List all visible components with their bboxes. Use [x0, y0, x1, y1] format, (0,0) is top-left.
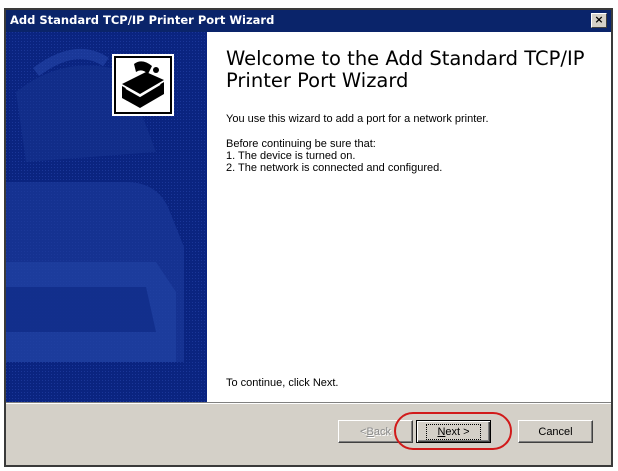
- back-button[interactable]: < Back: [338, 420, 413, 443]
- next-button[interactable]: Next >: [416, 420, 491, 443]
- wizard-window: Add Standard TCP/IP Printer Port Wizard …: [4, 8, 613, 467]
- close-icon: ×: [594, 13, 604, 26]
- button-area-separator: [6, 402, 611, 404]
- continue-instruction: To continue, click Next.: [226, 377, 339, 389]
- step-item-device-on: 1. The device is turned on.: [226, 150, 356, 162]
- next-button-label: ext >: [445, 425, 470, 438]
- step-item-network-configured: 2. The network is connected and configur…: [226, 162, 443, 174]
- back-button-accesskey: B: [366, 425, 374, 438]
- cancel-button[interactable]: Cancel: [518, 420, 593, 443]
- before-continuing-label: Before continuing be sure that:: [226, 138, 376, 150]
- title-bar[interactable]: Add Standard TCP/IP Printer Port Wizard …: [6, 10, 611, 32]
- intro-text: You use this wizard to add a port for a …: [226, 113, 489, 125]
- wizard-heading: Welcome to the Add Standard TCP/IP Print…: [226, 47, 585, 92]
- next-button-focus: Next >: [426, 423, 481, 440]
- close-button[interactable]: ×: [591, 13, 607, 28]
- printer-watermark-graphic: [6, 32, 207, 402]
- wizard-content-pane: Welcome to the Add Standard TCP/IP Print…: [207, 32, 611, 402]
- back-button-label: ack: [373, 425, 391, 438]
- wizard-sidebar-banner: [6, 32, 207, 402]
- printer-port-wizard-icon: [112, 54, 174, 116]
- window-title: Add Standard TCP/IP Printer Port Wizard: [10, 13, 275, 27]
